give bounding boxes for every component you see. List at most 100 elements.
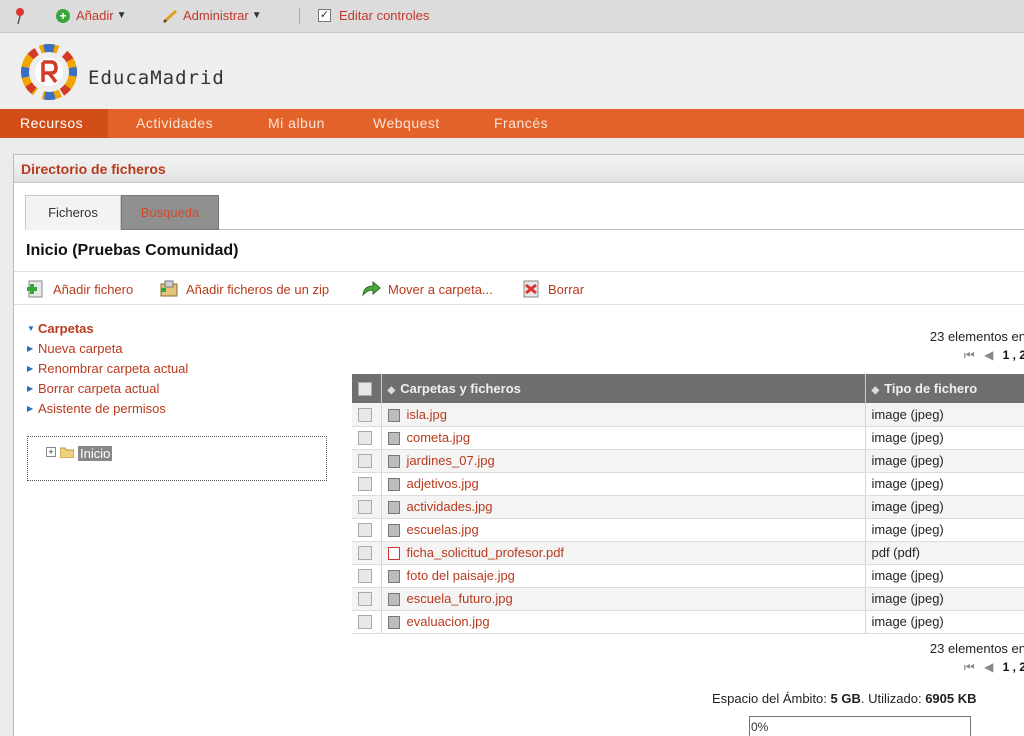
prev-page-icon[interactable]: ◀ — [984, 660, 993, 674]
checkbox-checked-icon: ✓ — [318, 9, 331, 22]
file-name-cell[interactable]: jardines_07.jpg — [381, 449, 866, 473]
file-name-cell[interactable]: cometa.jpg — [381, 426, 866, 450]
col-type-header[interactable]: ◆ Tipo de fichero — [865, 374, 1024, 403]
manage-menu[interactable]: Administrar ▼ — [162, 8, 262, 23]
file-name-cell[interactable]: adjetivos.jpg — [381, 472, 866, 496]
first-page-icon[interactable]: ⏮ — [964, 660, 975, 674]
file-name[interactable]: isla.jpg — [407, 407, 447, 422]
select-all-checkbox[interactable] — [358, 382, 372, 397]
file-name-cell[interactable]: actividades.jpg — [381, 495, 866, 519]
new-folder-link[interactable]: ▶ Nueva carpeta — [27, 339, 188, 359]
file-type: image (jpeg) — [871, 453, 944, 468]
prev-page-icon[interactable]: ◀ — [984, 348, 993, 362]
file-name[interactable]: cometa.jpg — [407, 430, 471, 445]
quota-used-label: . Utilizado: — [860, 691, 922, 706]
delete-folder-link[interactable]: ▶ Borrar carpeta actual — [27, 379, 188, 399]
table-row[interactable]: jardines_07.jpg image (jpeg) — [352, 449, 1024, 473]
educamadrid-logo[interactable] — [19, 44, 79, 100]
row-checkbox[interactable] — [358, 431, 372, 446]
image-file-icon — [387, 570, 400, 584]
file-type-cell: image (jpeg) — [865, 587, 1024, 611]
folders-menu-heading[interactable]: ▼ Carpetas — [27, 319, 188, 339]
file-name-cell[interactable]: foto del paisaje.jpg — [381, 564, 866, 588]
table-row[interactable]: isla.jpg image (jpeg) — [352, 403, 1024, 427]
row-select-cell — [352, 518, 382, 542]
add-icon: + — [56, 8, 70, 23]
row-checkbox[interactable] — [358, 569, 372, 584]
move-to-folder-button[interactable]: Mover a carpeta... — [361, 278, 493, 300]
col-name-header[interactable]: ◆ Carpetas y ficheros — [381, 374, 866, 403]
row-checkbox[interactable] — [358, 546, 372, 561]
tab-busqueda[interactable]: Búsqueda — [121, 195, 219, 230]
expand-icon[interactable]: + — [46, 447, 56, 457]
file-type-cell: image (jpeg) — [865, 403, 1024, 427]
table-row[interactable]: adjetivos.jpg image (jpeg) — [352, 472, 1024, 496]
edit-controls-toggle[interactable]: ✓ Editar controles — [318, 8, 429, 23]
add-menu[interactable]: + Añadir ▼ — [56, 8, 126, 23]
nav-item-mi-albun[interactable]: Mi albun — [268, 109, 325, 138]
file-type-cell: image (jpeg) — [865, 472, 1024, 496]
select-all-cell — [352, 374, 382, 403]
table-row[interactable]: ficha_solicitud_profesor.pdf pdf (pdf) — [352, 541, 1024, 565]
permissions-wizard-link[interactable]: ▶ Asistente de permisos — [27, 399, 188, 419]
file-name[interactable]: escuela_futuro.jpg — [407, 591, 513, 606]
row-select-cell — [352, 564, 382, 588]
file-name-cell[interactable]: escuela_futuro.jpg — [381, 587, 866, 611]
image-file-icon — [387, 455, 400, 469]
row-checkbox[interactable] — [358, 454, 372, 469]
tabs: Ficheros Búsqueda — [25, 195, 1024, 230]
add-file-button[interactable]: Añadir fichero — [26, 278, 133, 300]
file-name[interactable]: foto del paisaje.jpg — [407, 568, 515, 583]
row-checkbox[interactable] — [358, 408, 372, 423]
row-checkbox[interactable] — [358, 615, 372, 630]
file-name[interactable]: jardines_07.jpg — [407, 453, 495, 468]
image-file-icon — [387, 524, 400, 538]
file-name-cell[interactable]: isla.jpg — [381, 403, 866, 427]
page-numbers[interactable]: 1 , 2 — [1003, 348, 1024, 362]
items-count-label: 23 elementos en — [929, 641, 1024, 656]
move-to-folder-label: Mover a carpeta... — [388, 281, 493, 297]
table-row[interactable]: cometa.jpg image (jpeg) — [352, 426, 1024, 450]
table-row[interactable]: escuelas.jpg image (jpeg) — [352, 518, 1024, 542]
row-checkbox[interactable] — [358, 523, 372, 538]
first-page-icon[interactable]: ⏮ — [964, 348, 975, 362]
pagination-top[interactable]: ⏮ ◀ 1 , 2 — [930, 348, 1024, 363]
table-row[interactable]: evaluacion.jpg image (jpeg) — [352, 610, 1024, 634]
image-file-icon — [387, 478, 400, 492]
nav-item-actividades[interactable]: Actividades — [136, 109, 213, 138]
add-zip-button[interactable]: Añadir ficheros de un zip — [159, 278, 329, 300]
file-name[interactable]: escuelas.jpg — [407, 522, 479, 537]
row-checkbox[interactable] — [358, 592, 372, 607]
file-name-cell[interactable]: escuelas.jpg — [381, 518, 866, 542]
pushpin-icon[interactable] — [13, 7, 27, 25]
page-numbers[interactable]: 1 , 2 — [1003, 660, 1024, 674]
row-checkbox[interactable] — [358, 477, 372, 492]
file-name-cell[interactable]: ficha_solicitud_profesor.pdf — [381, 541, 866, 565]
quota-progress-bar: 0% — [749, 716, 971, 736]
sort-icon: ◆ — [387, 385, 396, 396]
file-name-cell[interactable]: evaluacion.jpg — [381, 610, 866, 634]
file-name[interactable]: ficha_solicitud_profesor.pdf — [407, 545, 565, 560]
delete-label: Borrar — [548, 281, 585, 297]
current-folder-title: Inicio (Pruebas Comunidad) — [26, 242, 239, 259]
triangle-right-icon: ▶ — [27, 404, 34, 413]
file-type-cell: image (jpeg) — [865, 495, 1024, 519]
portlet-title: Directorio de ficheros — [14, 155, 1024, 183]
delete-button[interactable]: Borrar — [521, 278, 584, 300]
rename-folder-link[interactable]: ▶ Renombrar carpeta actual — [27, 359, 188, 379]
triangle-right-icon: ▶ — [27, 364, 34, 373]
tree-node-inicio[interactable]: Inicio — [78, 446, 113, 461]
pagination-bottom[interactable]: ⏮ ◀ 1 , 2 — [930, 660, 1024, 675]
nav-item-recursos[interactable]: Recursos — [0, 109, 108, 138]
row-checkbox[interactable] — [358, 500, 372, 515]
file-name[interactable]: evaluacion.jpg — [407, 614, 490, 629]
tab-ficheros[interactable]: Ficheros — [25, 195, 121, 230]
nav-item-frances[interactable]: Francés — [494, 109, 548, 138]
nav-item-webquest[interactable]: Webquest — [373, 109, 440, 138]
file-name[interactable]: actividades.jpg — [407, 499, 493, 514]
file-name[interactable]: adjetivos.jpg — [407, 476, 479, 491]
folder-icon — [60, 447, 74, 458]
table-row[interactable]: escuela_futuro.jpg image (jpeg) — [352, 587, 1024, 611]
table-row[interactable]: foto del paisaje.jpg image (jpeg) — [352, 564, 1024, 588]
table-row[interactable]: actividades.jpg image (jpeg) — [352, 495, 1024, 519]
